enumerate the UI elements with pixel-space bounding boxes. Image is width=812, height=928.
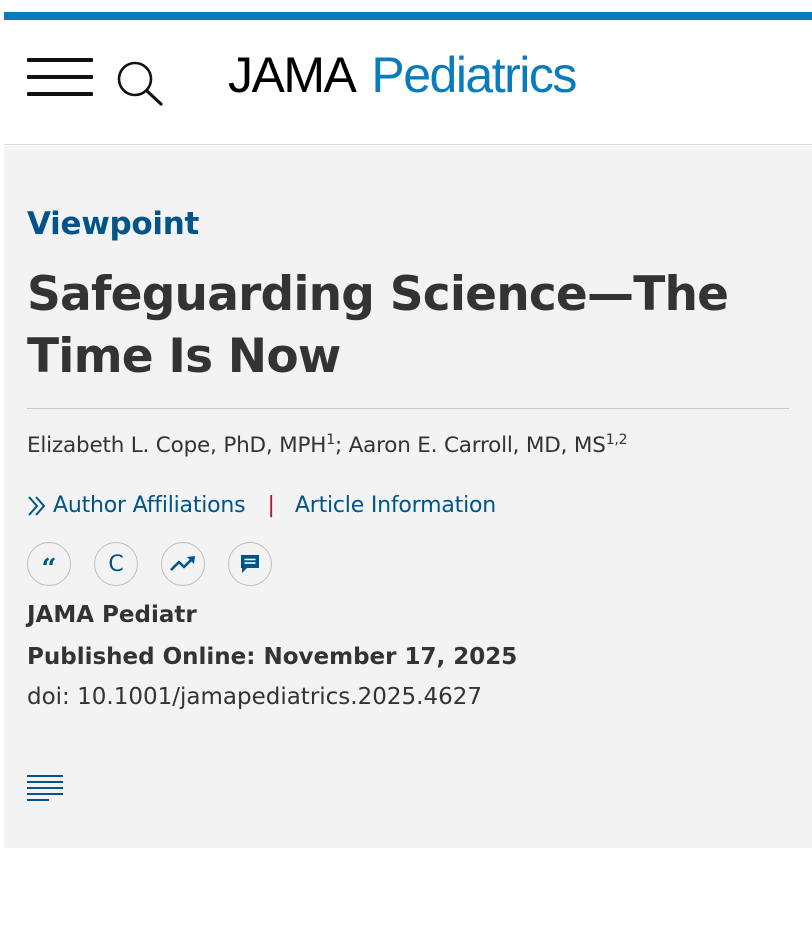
title-divider xyxy=(27,408,789,409)
search-icon[interactable] xyxy=(116,60,164,106)
hamburger-menu-icon[interactable] xyxy=(27,58,93,98)
site-header: JAMA Pediatrics xyxy=(4,20,812,145)
author-affiliation-ref: 1 xyxy=(326,432,335,448)
comment-button[interactable] xyxy=(228,542,272,586)
cite-quote-icon: “ xyxy=(41,554,57,584)
article-header-panel: Viewpoint Safeguarding Science—The Time … xyxy=(4,146,812,848)
article-type-label[interactable]: Viewpoint xyxy=(27,206,199,242)
author-separator: ; xyxy=(334,433,342,458)
top-brand-stripe xyxy=(4,12,812,20)
comment-icon xyxy=(241,555,259,573)
logo-pediatrics: Pediatrics xyxy=(371,47,577,103)
double-chevron-right-icon xyxy=(28,495,46,516)
logo-jama: JAMA xyxy=(228,47,357,103)
journal-abbreviation: JAMA Pediatr xyxy=(27,602,197,628)
article-title: Safeguarding Science—The Time Is Now xyxy=(27,267,729,384)
journal-logo[interactable]: JAMA Pediatrics xyxy=(228,46,577,106)
article-information-link[interactable]: Article Information xyxy=(295,493,496,518)
article-tools: “ C xyxy=(27,542,272,586)
author-name[interactable]: Aaron E. Carroll, MD, MS xyxy=(349,433,606,458)
metrics-button[interactable] xyxy=(161,542,205,586)
metrics-trend-icon xyxy=(170,556,195,571)
cite-button[interactable]: “ xyxy=(27,542,71,586)
link-separator: | xyxy=(267,493,275,518)
permissions-icon: C xyxy=(108,551,124,577)
published-date: Published Online: November 17, 2025 xyxy=(27,644,518,670)
article-info-links: Author Affiliations | Article Informatio… xyxy=(27,493,496,518)
author-name[interactable]: Elizabeth L. Cope, PhD, MPH xyxy=(27,433,326,458)
author-list: Elizabeth L. Cope, PhD, MPH1; Aaron E. C… xyxy=(27,432,628,458)
table-of-contents-icon[interactable] xyxy=(27,774,65,806)
doi[interactable]: doi: 10.1001/jamapediatrics.2025.4627 xyxy=(27,684,482,710)
author-affiliation-ref: 1,2 xyxy=(605,432,628,448)
permissions-button[interactable]: C xyxy=(94,542,138,586)
author-affiliations-link[interactable]: Author Affiliations xyxy=(53,493,246,518)
